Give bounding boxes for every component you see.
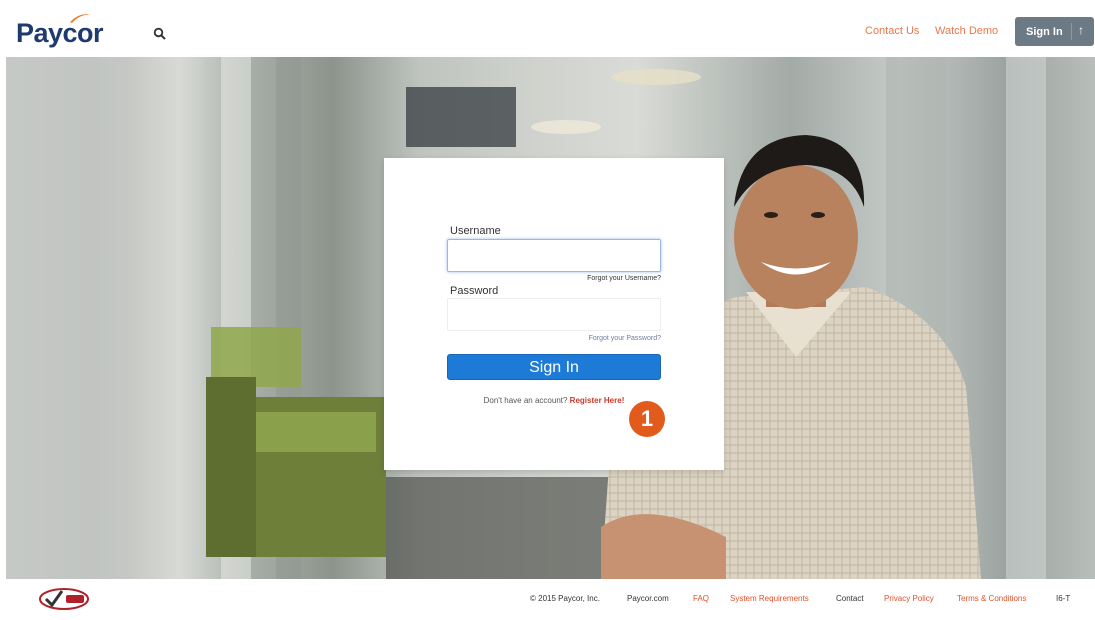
copyright-text: © 2015 Paycor, Inc. (530, 594, 600, 603)
contact-us-link[interactable]: Contact Us (865, 25, 919, 37)
footer-faq-link[interactable]: FAQ (693, 594, 709, 603)
header-signin-button[interactable]: Sign In ↑ (1015, 17, 1094, 46)
username-input[interactable] (447, 239, 661, 272)
verified-badge-icon (39, 588, 89, 610)
register-here-link[interactable]: Register Here! (570, 396, 625, 405)
footer: © 2015 Paycor, Inc. Paycor.com FAQ Syste… (0, 579, 1095, 620)
header-signin-label: Sign In (1026, 26, 1063, 38)
page: Paycor Contact Us Watch Demo Sign In ↑ U… (0, 0, 1095, 620)
login-card: Username Forgot your Username? Password … (384, 158, 724, 470)
footer-system-requirements-link[interactable]: System Requirements (730, 594, 809, 603)
forgot-password-link[interactable]: Forgot your Password? (589, 335, 661, 342)
footer-contact-link[interactable]: Contact (836, 594, 864, 603)
footer-page-code: I6-T (1056, 594, 1071, 603)
password-label: Password (450, 285, 499, 297)
footer-paycor-link[interactable]: Paycor.com (627, 594, 669, 603)
password-input[interactable] (447, 298, 661, 331)
register-prefix: Don't have an account? (483, 396, 568, 405)
search-icon[interactable] (153, 27, 167, 41)
watch-demo-link[interactable]: Watch Demo (935, 25, 998, 37)
username-label: Username (450, 225, 501, 237)
arrow-up-icon: ↑ (1078, 23, 1084, 37)
footer-terms-link[interactable]: Terms & Conditions (957, 594, 1026, 603)
forgot-username-link[interactable]: Forgot your Username? (587, 275, 661, 282)
paycor-logo[interactable]: Paycor (16, 14, 104, 49)
header: Paycor Contact Us Watch Demo Sign In ↑ (0, 0, 1095, 56)
register-prompt: Don't have an account? Register Here! (384, 396, 724, 405)
footer-privacy-link[interactable]: Privacy Policy (884, 594, 934, 603)
button-divider (1071, 23, 1072, 40)
sign-in-button[interactable]: Sign In (447, 354, 661, 380)
callout-number-badge: 1 (629, 401, 665, 437)
logo-swoosh-icon (70, 14, 90, 23)
